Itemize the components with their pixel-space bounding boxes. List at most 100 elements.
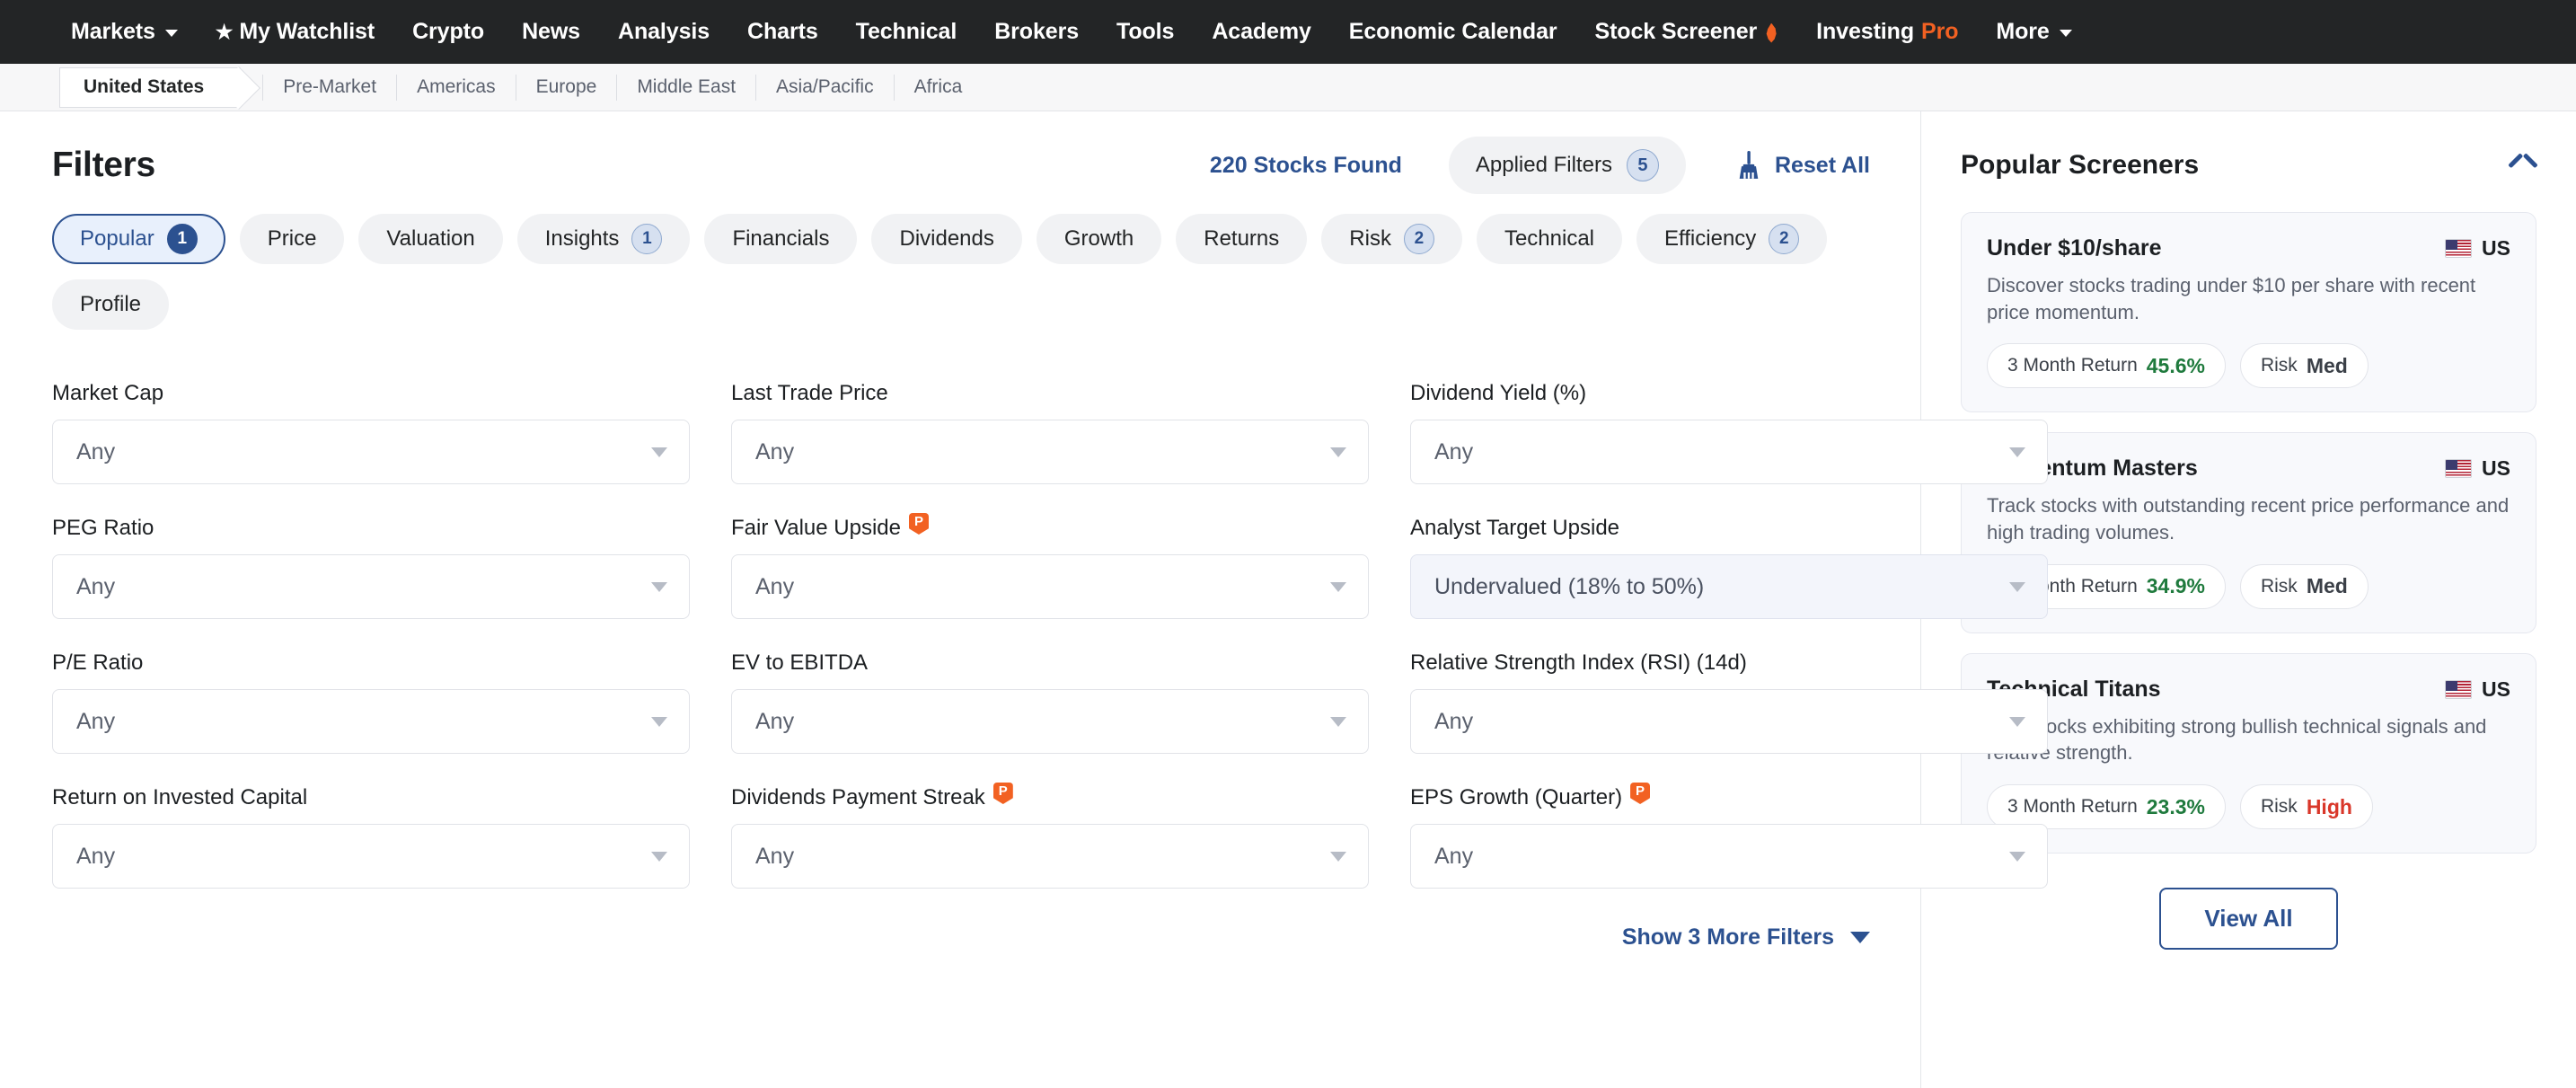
reset-all-label: Reset All <box>1774 152 1870 178</box>
region-tab-asia-pacific[interactable]: Asia/Pacific <box>755 74 894 101</box>
screener-card-return-value: 45.6% <box>2146 353 2205 377</box>
applied-filters-count-badge: 5 <box>1626 149 1659 181</box>
chevron-down-icon <box>2009 716 2025 727</box>
filter-category-efficiency[interactable]: Efficiency 2 <box>1636 214 1828 264</box>
chevron-down-icon <box>2009 851 2025 862</box>
stocks-found-count[interactable]: 220 Stocks Found <box>1210 153 1402 179</box>
filter-field-peg-ratio: PEG Ratio Any <box>52 515 690 619</box>
region-tab-europe[interactable]: Europe <box>515 74 617 101</box>
last-trade-price-select[interactable]: Any <box>731 420 1369 484</box>
screener-card-region: US <box>2445 236 2510 261</box>
market-cap-select[interactable]: Any <box>52 420 690 484</box>
filter-field-return-on-invested-capital-label: Return on Invested Capital <box>52 784 690 811</box>
region-tab-pre-market[interactable]: Pre-Market <box>262 74 396 101</box>
screener-card-risk-value: Med <box>2306 353 2348 377</box>
rsi-select-value: Any <box>1434 708 1474 734</box>
investingpro-badge-icon: P <box>1630 783 1651 804</box>
filter-category-returns[interactable]: Returns <box>1176 214 1308 264</box>
filter-category-price[interactable]: Price <box>239 214 345 264</box>
nav-item-stock-screener[interactable]: Stock Screener <box>1576 19 1798 45</box>
filter-category-popular-label: Popular <box>80 226 154 251</box>
filter-category-growth-label: Growth <box>1063 226 1134 251</box>
filter-category-insights-label: Insights <box>544 226 620 251</box>
nav-item-markets[interactable]: Markets <box>52 19 197 45</box>
fair-value-upside-select[interactable]: Any <box>731 554 1369 619</box>
chevron-down-icon <box>2059 30 2072 37</box>
filter-field-analyst-target-upside: Analyst Target Upside Undervalued (18% t… <box>1410 515 2048 619</box>
nav-item-technical[interactable]: Technical <box>837 19 976 45</box>
filter-field-peg-ratio-label: PEG Ratio <box>52 515 690 542</box>
nav-item-news-label: News <box>522 19 580 44</box>
filter-category-dividends-label: Dividends <box>899 226 994 251</box>
nav-item-tools[interactable]: Tools <box>1098 19 1193 45</box>
region-tab-americas[interactable]: Americas <box>396 74 516 101</box>
filter-field-fair-value-upside-label: Fair Value Upside P <box>731 513 1369 542</box>
peg-ratio-select[interactable]: Any <box>52 554 690 619</box>
chevron-down-icon <box>2009 581 2025 592</box>
region-tab-united-states[interactable]: United States <box>59 66 242 108</box>
dividends-payment-streak-select[interactable]: Any <box>731 824 1369 889</box>
nav-item-charts-label: Charts <box>747 19 818 44</box>
show-more-filters-button[interactable]: Show 3 More Filters <box>1622 924 1870 951</box>
applied-filters-button[interactable]: Applied Filters 5 <box>1448 137 1686 194</box>
screener-card-chips: 3 Month Return 23.3% Risk High <box>1987 784 2510 830</box>
region-tab-europe-label: Europe <box>535 76 597 97</box>
nav-item-academy[interactable]: Academy <box>1193 19 1329 45</box>
filter-field-dividend-yield-label: Dividend Yield (%) <box>1410 380 2048 407</box>
main-content: Filters 220 Stocks Found Applied Filters… <box>0 111 2576 1088</box>
filter-field-last-trade-price: Last Trade Price Any <box>731 380 1369 484</box>
chevron-up-icon[interactable] <box>2510 157 2536 173</box>
chevron-down-icon <box>651 851 667 862</box>
screener-card-risk-label: Risk <box>2260 355 2298 376</box>
filter-category-growth[interactable]: Growth <box>1036 214 1162 264</box>
eps-growth-quarter-select[interactable]: Any <box>1410 824 2048 889</box>
nav-item-analysis[interactable]: Analysis <box>599 19 728 45</box>
screener-card-return-label: 3 Month Return <box>2007 355 2138 376</box>
market-cap-select-value: Any <box>76 438 116 464</box>
nav-item-brokers[interactable]: Brokers <box>975 19 1098 45</box>
filter-category-financials[interactable]: Financials <box>704 214 858 264</box>
screener-card-risk-chip: Risk High <box>2239 784 2373 830</box>
nav-item-my-watchlist[interactable]: ★ My Watchlist <box>197 19 393 45</box>
screener-card-header: Under $10/share US <box>1987 235 2510 261</box>
ev-to-ebitda-select[interactable]: Any <box>731 689 1369 754</box>
region-tab-asia-pacific-label: Asia/Pacific <box>776 76 874 97</box>
nav-item-charts[interactable]: Charts <box>728 19 837 45</box>
region-tab-africa[interactable]: Africa <box>893 74 983 101</box>
chevron-down-icon <box>1330 851 1346 862</box>
filter-category-technical[interactable]: Technical <box>1476 214 1623 264</box>
nav-item-crypto[interactable]: Crypto <box>393 19 503 45</box>
screener-card-risk-value: High <box>2306 794 2352 818</box>
filter-field-eps-growth-quarter: EPS Growth (Quarter) P Any <box>1410 783 2048 889</box>
investingpro-badge-icon: P <box>992 783 1013 804</box>
filter-label-text: Dividend Yield (%) <box>1410 380 1587 405</box>
filter-category-dividends[interactable]: Dividends <box>871 214 1022 264</box>
analyst-target-upside-select[interactable]: Undervalued (18% to 50%) <box>1410 554 2048 619</box>
dividend-yield-select[interactable]: Any <box>1410 420 2048 484</box>
return-on-invested-capital-select[interactable]: Any <box>52 824 690 889</box>
nav-item-economic-calendar[interactable]: Economic Calendar <box>1330 19 1576 45</box>
nav-item-more[interactable]: More <box>1977 19 2090 45</box>
nav-item-investingpro[interactable]: Investing Pro <box>1797 19 1977 45</box>
nav-item-news[interactable]: News <box>503 19 599 45</box>
rsi-select[interactable]: Any <box>1410 689 2048 754</box>
region-tabs-bar: United States Pre-Market Americas Europe… <box>0 64 2576 111</box>
eps-growth-quarter-select-value: Any <box>1434 843 1474 869</box>
filter-category-profile[interactable]: Profile <box>52 279 170 330</box>
us-flag-icon <box>2445 459 2473 479</box>
filter-category-valuation[interactable]: Valuation <box>358 214 503 264</box>
filter-category-risk[interactable]: Risk 2 <box>1321 214 1462 264</box>
filter-category-popular[interactable]: Popular 1 <box>52 214 225 264</box>
filter-category-insights[interactable]: Insights 1 <box>516 214 691 264</box>
reset-all-button[interactable]: Reset All <box>1736 151 1870 180</box>
region-tab-united-states-label: United States <box>84 76 205 97</box>
view-all-button[interactable]: View All <box>2159 888 2338 951</box>
pe-ratio-select[interactable]: Any <box>52 689 690 754</box>
nav-item-brokers-label: Brokers <box>994 19 1079 44</box>
filter-category-financials-label: Financials <box>732 226 830 251</box>
filter-field-rsi: Relative Strength Index (RSI) (14d) Any <box>1410 650 2048 754</box>
filter-category-profile-label: Profile <box>80 292 142 316</box>
chevron-down-icon <box>651 716 667 727</box>
filter-label-text: Relative Strength Index (RSI) (14d) <box>1410 650 1747 675</box>
region-tab-middle-east[interactable]: Middle East <box>616 74 755 101</box>
